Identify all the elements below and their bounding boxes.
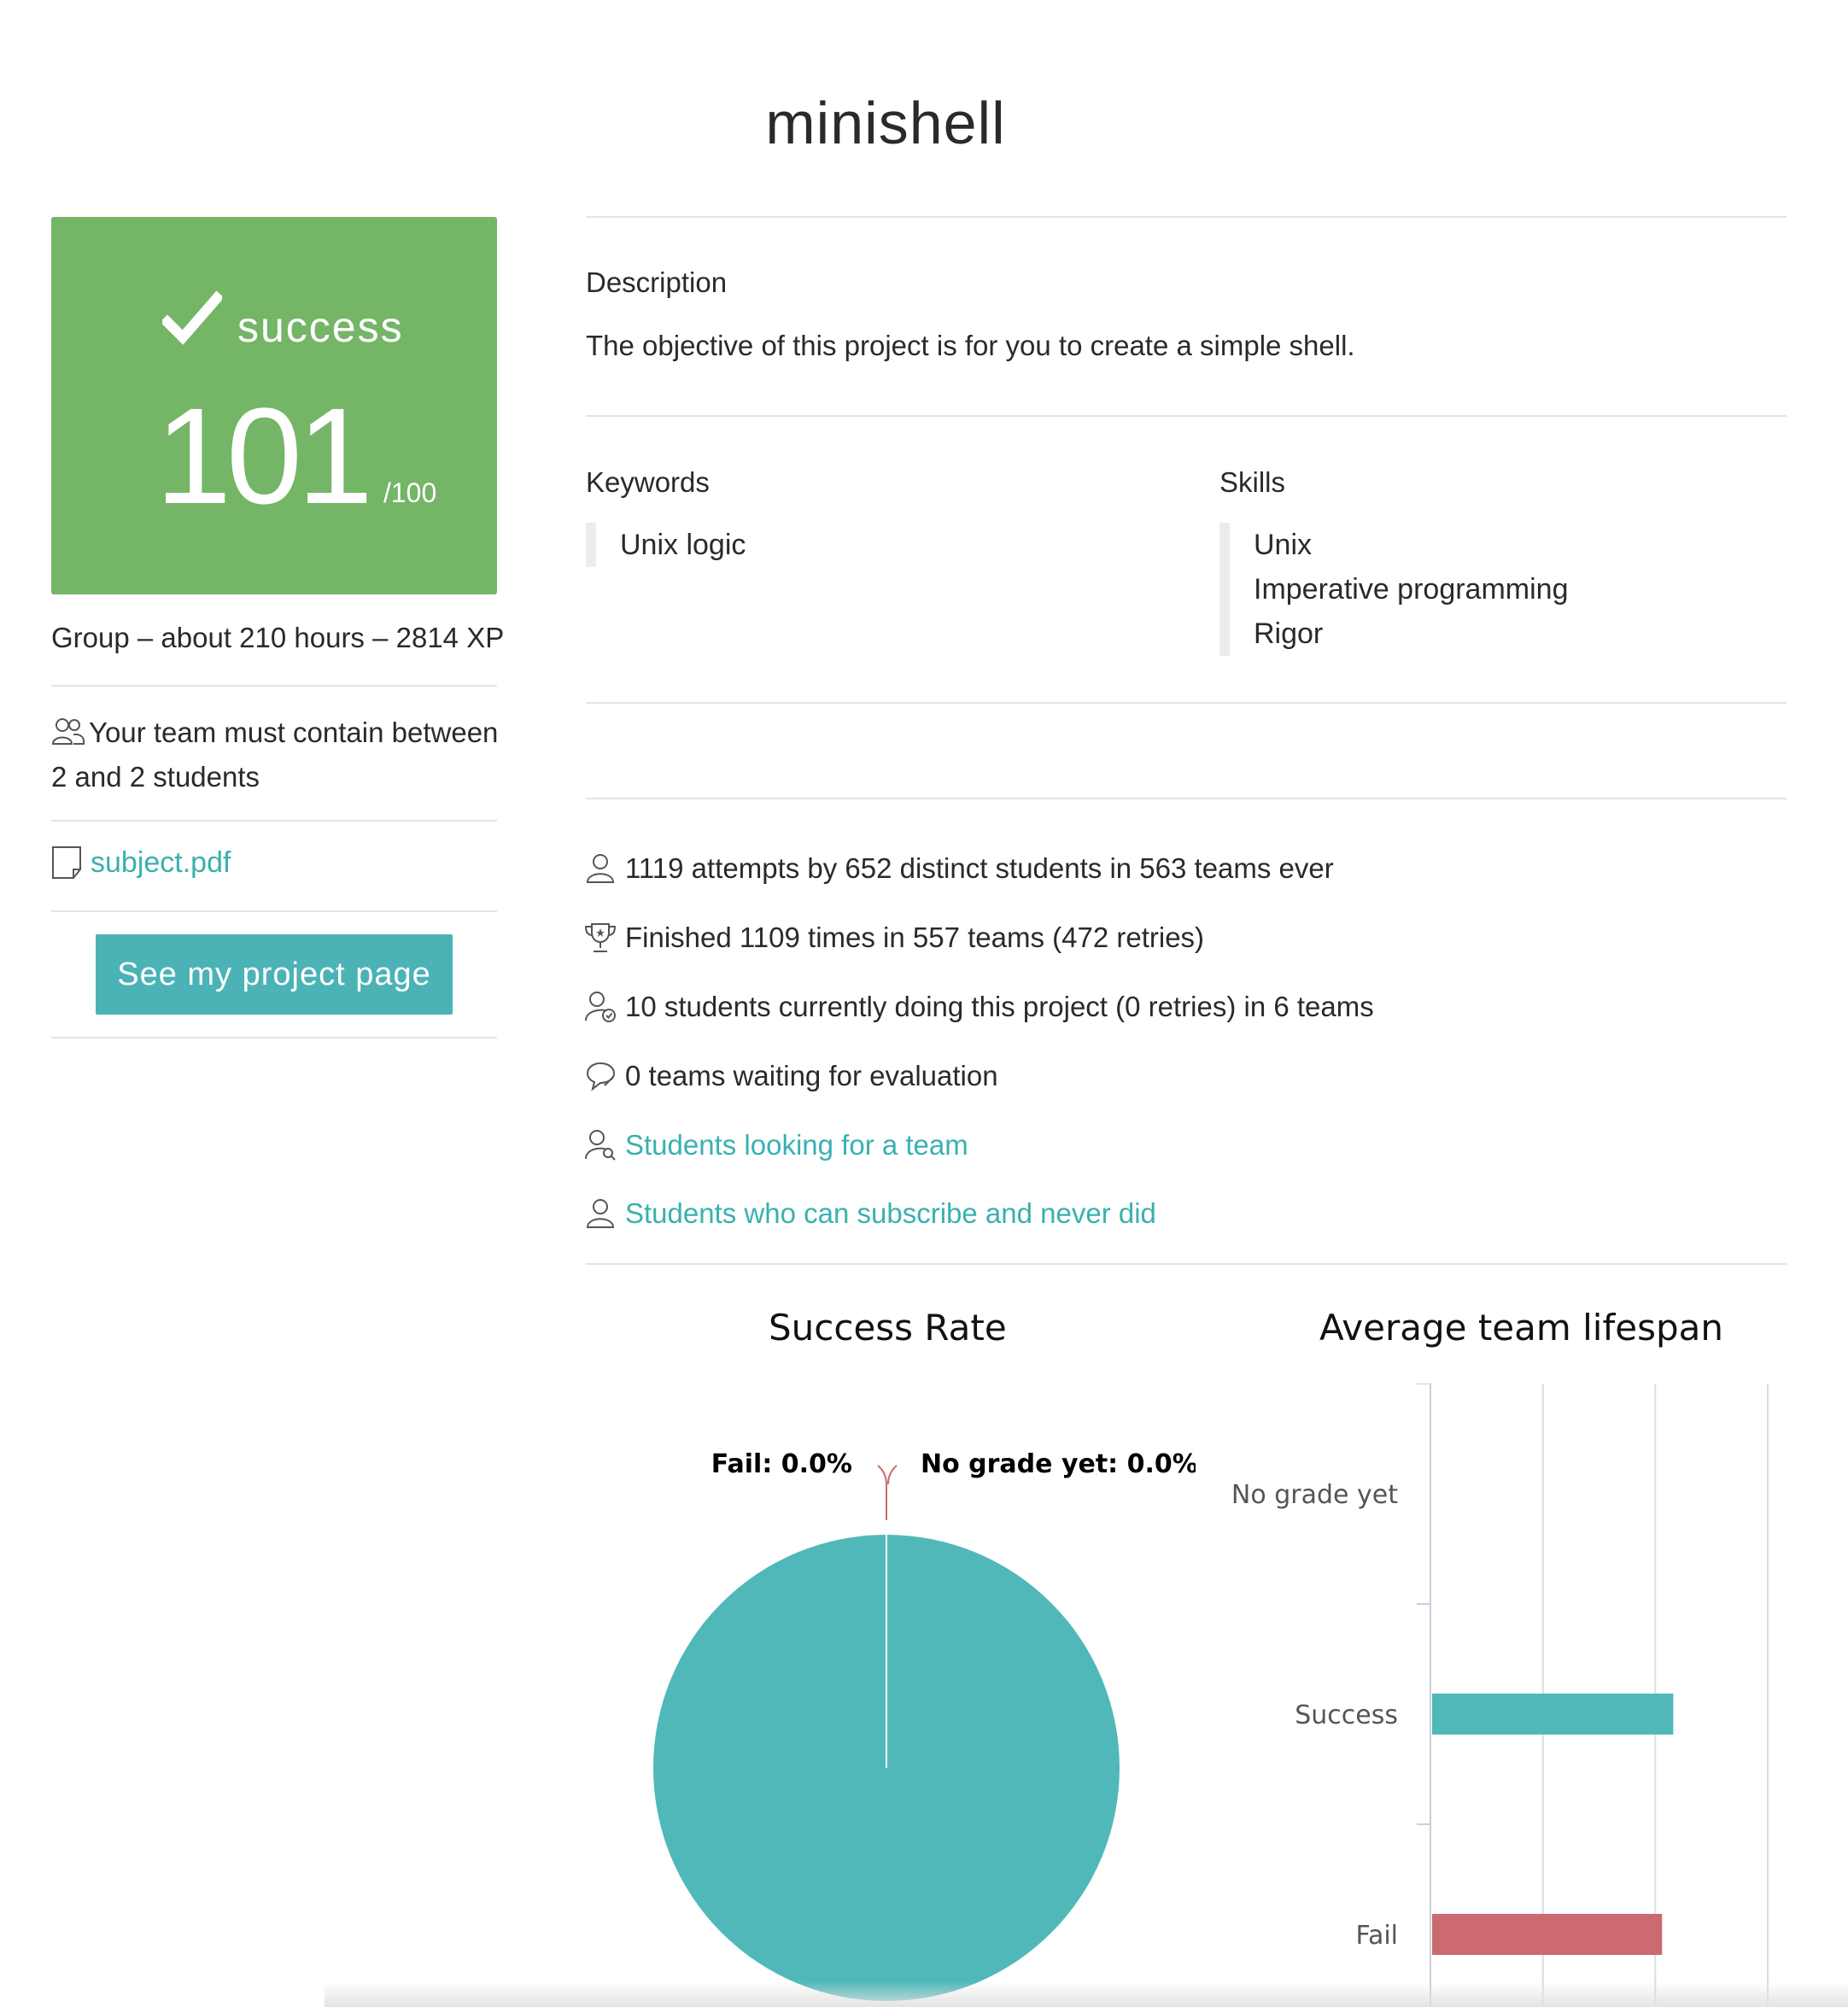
divider (51, 820, 497, 822)
fail-label-connector (877, 1465, 887, 1520)
bar-success (1432, 1694, 1674, 1735)
y-tick-label-success: Success (1295, 1700, 1398, 1730)
stat-finished: Finished 1109 times in 557 teams (472 re… (584, 922, 1204, 954)
project-meta: Group – about 210 hours – 2814 XP (51, 622, 505, 653)
document-icon (52, 846, 81, 879)
final-score: 101 (155, 379, 373, 532)
divider (586, 415, 1787, 417)
stat-text: 0 teams waiting for evaluation (625, 1060, 998, 1091)
skill-item: Rigor (1254, 617, 1324, 650)
divider (586, 216, 1787, 218)
stat-text: 1119 attempts by 652 distinct students i… (625, 852, 1334, 884)
stat-text: Finished 1109 times in 557 teams (472 re… (625, 922, 1205, 953)
skills-heading: Skills (1219, 466, 1286, 498)
stat-text: 10 students currently doing this project… (625, 991, 1374, 1022)
stat-current: 10 students currently doing this project… (584, 991, 1374, 1023)
check-icon (162, 290, 222, 345)
team-lifespan-title: Average team lifespan (1319, 1307, 1723, 1349)
description-text: The objective of this project is for you… (586, 330, 1355, 361)
bottom-shade (325, 1981, 1848, 2007)
skills-list: Unix Imperative programming Rigor (1219, 523, 1568, 656)
trophy-icon (584, 923, 617, 952)
team-requirement: Your team must contain between 2 and 2 s… (51, 711, 504, 799)
user-icon (586, 1199, 615, 1228)
y-tick-label-no-grade-yet: No grade yet (1231, 1480, 1398, 1510)
team-lifespan-bar-chart: No grade yet Success Fail (1231, 1384, 1769, 2007)
user-icon (586, 854, 615, 883)
keyword-item: Unix logic (620, 529, 746, 561)
no-grade-label-connector (887, 1465, 898, 1485)
divider (586, 1263, 1787, 1265)
user-clock-icon (585, 992, 616, 1022)
success-rate-title: Success Rate (769, 1307, 1007, 1349)
y-tick-label-fail: Fail (1355, 1921, 1398, 1951)
stat-attempts: 1119 attempts by 652 distinct students i… (584, 852, 1334, 885)
speech-bubble-icon (586, 1062, 616, 1091)
divider (586, 798, 1787, 799)
subject-pdf-link[interactable]: subject.pdf (91, 846, 231, 880)
stat-looking-for-team[interactable]: Students looking for a team (584, 1129, 968, 1161)
page-title: minishell (765, 90, 1006, 156)
users-icon (51, 718, 85, 745)
keywords-list: Unix logic (586, 523, 746, 567)
status-label: success (237, 303, 404, 351)
bar-fail (1432, 1914, 1663, 1955)
description-heading: Description (586, 266, 728, 298)
students-never-subscribed-link[interactable]: Students who can subscribe and never did (625, 1197, 1156, 1230)
stat-never-subscribed[interactable]: Students who can subscribe and never did (584, 1197, 1156, 1230)
score-max: /100 (383, 477, 437, 508)
user-search-icon (585, 1130, 616, 1161)
pie-data-label-no-grade: No grade yet: 0.0% (921, 1449, 1196, 1479)
divider (51, 685, 497, 687)
skill-item: Imperative programming (1254, 573, 1569, 606)
pie-data-label-fail: Fail: 0.0% (711, 1449, 852, 1479)
success-rate-pie-chart: Fail: 0.0% No grade yet: 0.0% (653, 1449, 1196, 2001)
students-looking-for-team-link[interactable]: Students looking for a team (625, 1129, 968, 1161)
skill-item: Unix (1254, 529, 1313, 561)
status-card: success 101 /100 (51, 217, 497, 594)
subject-link-row[interactable]: subject.pdf (51, 846, 231, 880)
stat-waiting: 0 teams waiting for evaluation (584, 1060, 998, 1092)
divider (51, 1037, 497, 1039)
see-project-page-button[interactable]: See my project page (96, 934, 453, 1015)
divider (51, 910, 497, 912)
team-requirement-text: Your team must contain between 2 and 2 s… (51, 717, 499, 793)
keywords-heading: Keywords (586, 466, 710, 498)
divider (586, 702, 1787, 704)
